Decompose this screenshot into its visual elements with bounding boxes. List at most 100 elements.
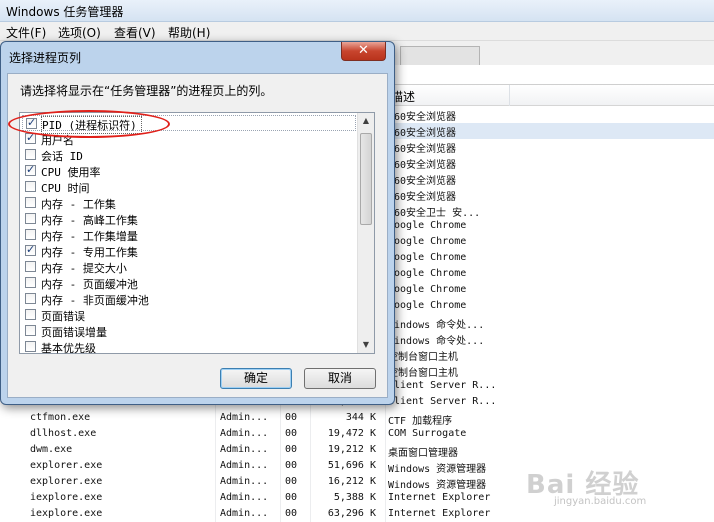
checkbox[interactable]: [25, 181, 36, 192]
menu-options[interactable]: 选项(O): [58, 24, 101, 41]
cell-desc: 360安全浏览器: [388, 112, 457, 123]
cell-desc: Internet Explorer: [388, 492, 491, 503]
cell-desc: Google Chrome: [388, 300, 467, 311]
checkbox[interactable]: [25, 149, 36, 160]
cell-desc: Google Chrome: [388, 236, 467, 247]
checklist-item-label: 会话 ID: [41, 150, 83, 163]
cell-desc: Google Chrome: [388, 284, 467, 295]
cell-user: Admin...: [220, 508, 269, 519]
dialog-title: 选择进程页列: [9, 51, 82, 65]
checklist-item[interactable]: 基本优先级: [22, 339, 356, 355]
checklist-item-label: 内存 - 页面缓冲池: [41, 278, 138, 291]
checkbox[interactable]: [25, 341, 36, 352]
checkbox[interactable]: [25, 213, 36, 224]
menu-view[interactable]: 查看(V): [114, 24, 156, 41]
header-description[interactable]: 描述: [385, 85, 510, 106]
cell-name: dwm.exe: [30, 444, 73, 455]
checklist-item[interactable]: 内存 - 高峰工作集: [22, 211, 356, 227]
cell-cpu: 00: [285, 476, 298, 487]
cell-user: Admin...: [220, 444, 269, 455]
cell-name: iexplore.exe: [30, 492, 103, 503]
checklist-item-label: CPU 时间: [41, 182, 90, 195]
checkbox[interactable]: [25, 261, 36, 272]
checklist-item-label: 内存 - 高峰工作集: [41, 214, 138, 227]
cell-cpu: 00: [285, 412, 298, 423]
checkbox[interactable]: [25, 243, 36, 256]
checklist-scrollbar[interactable]: ▲ ▼: [357, 113, 374, 353]
menu-help[interactable]: 帮助(H): [168, 24, 210, 41]
cell-mem: 19,472 K: [327, 428, 376, 439]
cell-desc: Google Chrome: [388, 252, 467, 263]
menu-bar: 文件(F) 选项(O) 查看(V) 帮助(H): [0, 22, 714, 41]
ok-button[interactable]: 确定: [220, 368, 292, 389]
cell-desc: 360安全浏览器: [388, 160, 457, 171]
checklist-item[interactable]: 会话 ID: [22, 147, 356, 163]
checklist-item-label: 内存 - 专用工作集: [41, 246, 138, 259]
scroll-down-arrow-icon[interactable]: ▼: [358, 337, 374, 353]
column-checklist[interactable]: PID (进程标识符)用户名会话 IDCPU 使用率CPU 时间内存 - 工作集…: [19, 112, 375, 355]
cell-user: Admin...: [220, 412, 269, 423]
checklist-item[interactable]: 内存 - 工作集增量: [22, 227, 356, 243]
checkbox[interactable]: [25, 293, 36, 304]
cell-desc: Windows 资源管理器: [388, 480, 487, 491]
cell-desc: 360安全浏览器: [388, 176, 457, 187]
table-row[interactable]: dllhost.exe Admin... 00 19,472 K COM Surroga…: [0, 427, 714, 443]
checklist-item-label: CPU 使用率: [41, 166, 101, 179]
cell-desc: 360安全卫士 安...: [388, 208, 481, 219]
cell-cpu: 00: [285, 428, 298, 439]
cell-name: explorer.exe: [30, 460, 103, 471]
checkbox[interactable]: [25, 131, 36, 144]
checkbox[interactable]: [25, 277, 36, 288]
checklist-item-label: 基本优先级: [41, 342, 96, 355]
cell-user: Admin...: [220, 460, 269, 471]
checklist-item[interactable]: 内存 - 工作集: [22, 195, 356, 211]
checklist-item[interactable]: 内存 - 非页面缓冲池: [22, 291, 356, 307]
cell-mem: 19,212 K: [327, 444, 376, 455]
cell-cpu: 00: [285, 460, 298, 471]
cell-name: dllhost.exe: [30, 428, 97, 439]
checklist-item-label: 内存 - 工作集增量: [41, 230, 138, 243]
dialog-prompt: 请选择将显示在“任务管理器”的进程页上的列。: [20, 84, 273, 98]
cell-user: Admin...: [220, 476, 269, 487]
cell-mem: 5,388 K: [333, 492, 376, 503]
cell-desc: 360安全浏览器: [388, 144, 457, 155]
checklist-item[interactable]: 页面错误: [22, 307, 356, 323]
checklist-item[interactable]: CPU 时间: [22, 179, 356, 195]
cell-cpu: 00: [285, 444, 298, 455]
dialog-close-button[interactable]: ✕: [341, 42, 386, 61]
cell-cpu: 00: [285, 508, 298, 519]
checklist-item[interactable]: 内存 - 提交大小: [22, 259, 356, 275]
checklist-item[interactable]: CPU 使用率: [22, 163, 356, 179]
checkbox[interactable]: [25, 229, 36, 240]
watermark-url: jingyan.baidu.com: [554, 496, 647, 507]
checklist-item-label: 内存 - 工作集: [41, 198, 116, 211]
table-row[interactable]: iexplore.exe Admin... 00 63,296 K Internet E…: [0, 507, 714, 522]
cancel-button[interactable]: 取消: [304, 368, 376, 389]
checklist-item[interactable]: 页面错误增量: [22, 323, 356, 339]
checkbox[interactable]: [25, 309, 36, 320]
checklist-item[interactable]: 内存 - 专用工作集: [22, 243, 356, 259]
cell-desc: Internet Explorer: [388, 508, 491, 519]
cell-desc: Windows 命令处...: [388, 336, 485, 347]
checklist-item-label: 页面错误增量: [41, 326, 107, 339]
menu-file[interactable]: 文件(F): [6, 24, 46, 41]
checkbox[interactable]: [25, 163, 36, 176]
cell-name: iexplore.exe: [30, 508, 103, 519]
annotation-ellipse: [8, 110, 170, 138]
checklist-item[interactable]: 内存 - 页面缓冲池: [22, 275, 356, 291]
checkbox[interactable]: [25, 325, 36, 336]
cell-desc: 桌面窗口管理器: [388, 448, 458, 459]
table-row[interactable]: dwm.exe Admin... 00 19,212 K 桌面窗口管理器: [0, 443, 714, 459]
cell-desc: Google Chrome: [388, 220, 467, 231]
scroll-thumb[interactable]: [360, 133, 372, 225]
table-row[interactable]: ctfmon.exe Admin... 00 344 K CTF 加载程序: [0, 411, 714, 427]
cell-desc: Google Chrome: [388, 268, 467, 279]
window-titlebar: Windows 任务管理器: [0, 0, 714, 22]
cell-desc: Client Server R...: [388, 380, 497, 391]
checkbox[interactable]: [25, 197, 36, 208]
baidu-jingyan-watermark: Bai 经验 jingyan.baidu.com: [526, 464, 686, 508]
cell-name: explorer.exe: [30, 476, 103, 487]
cell-desc: 控制台窗口主机: [388, 352, 458, 363]
tab-hidden[interactable]: [400, 46, 480, 65]
scroll-up-arrow-icon[interactable]: ▲: [358, 113, 374, 129]
